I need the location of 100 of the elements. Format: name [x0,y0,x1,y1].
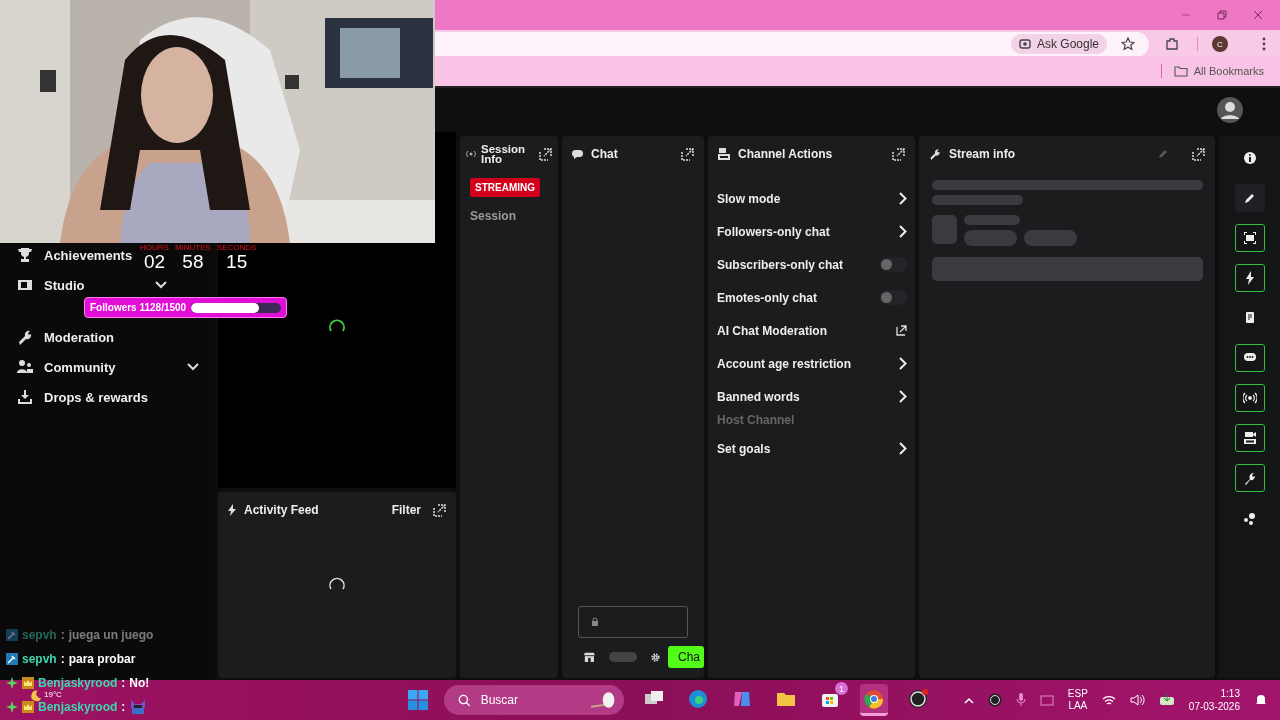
search-bar[interactable]: Buscar [444,685,624,715]
restore-icon[interactable] [1217,10,1227,20]
settings-icon[interactable] [650,651,660,663]
chat-separator: : [121,700,126,714]
chevron-right-icon [899,442,907,455]
toggle-switch[interactable] [879,290,907,305]
rail-button[interactable] [1234,384,1265,412]
bolt-icon [228,504,236,516]
channel-action-item[interactable]: Banned words [717,380,907,413]
channel-action-item[interactable]: Followers-only chat [717,215,907,248]
menu-icon[interactable] [1262,37,1266,51]
timer-unit-label: HOURS [140,243,169,252]
filter-button[interactable]: Filter [387,503,425,517]
pencil-icon [1242,191,1257,205]
weather-widget[interactable]: 19°C [30,690,62,702]
moon-icon [30,690,42,702]
notification-badge: 1 [835,682,848,695]
chevron-down-icon [186,363,199,371]
chevron-up-icon[interactable] [963,696,974,704]
speaker-icon[interactable] [1129,694,1145,706]
chevron-right-icon [899,225,907,238]
chat-username[interactable]: Benjaskyrood [38,676,118,690]
user-avatar-icon[interactable] [1217,97,1243,123]
chevron-down-icon [155,281,168,289]
chat-input-field[interactable] [578,606,688,638]
profile-avatar[interactable]: C [1212,36,1228,52]
chat-button[interactable]: Cha [667,646,704,668]
film-icon [17,277,33,293]
record-icon[interactable] [987,693,1002,707]
panel-title: Session Info [481,144,527,164]
star-badge-icon [6,701,18,713]
streaming-badge: STREAMING [470,178,540,197]
chat-message-text: No! [129,676,150,690]
screen-icon [1242,231,1257,245]
language-indicator[interactable]: ESP LAA [1067,688,1088,712]
timer-unit-label: SECONDS [216,243,257,252]
rail-button[interactable] [1234,344,1265,372]
timer-value: 58 [182,252,204,272]
rail-button[interactable] [1234,424,1265,452]
rail-button[interactable] [1234,264,1265,292]
search-field[interactable]: Buscar [478,692,583,708]
folder-icon[interactable] [1173,65,1188,77]
timer-value: 15 [226,252,248,272]
broadcast-icon [1242,391,1257,405]
session-label: Session [470,209,517,223]
rail-button[interactable] [1234,224,1265,252]
panel-title: Channel Actions [738,147,834,161]
search-icon [458,693,471,707]
battery-icon[interactable] [1158,694,1175,706]
star-badge-icon [6,677,18,689]
ask-google-button[interactable]: Ask Google [1010,34,1107,54]
popout-icon[interactable] [433,503,446,517]
timer-unit-label: MINUTES [174,243,211,252]
sidebar-item[interactable]: Moderation [0,328,121,346]
clock[interactable]: 1:13 07-03-2026 [1188,687,1240,713]
sidebar-item[interactable]: Achievements [0,246,139,264]
extensions-icon[interactable] [1165,37,1179,51]
globe-icon [688,688,708,709]
popout-icon[interactable] [892,147,905,161]
store-icon[interactable] [584,651,595,663]
rail-button[interactable] [1234,184,1265,212]
toggle-switch[interactable] [879,257,907,272]
download-icon [17,389,33,405]
sidebar-item[interactable]: Community [0,358,205,376]
channel-action-item[interactable]: Set goals [717,432,907,465]
chat-message-text: para probar [68,652,136,666]
popout-icon[interactable] [539,147,552,161]
camera-icon [1242,431,1257,445]
all-bookmarks-link[interactable]: All Bookmarks [1193,65,1264,77]
popout-icon[interactable] [681,147,694,161]
sidebar-item[interactable]: Studio [0,276,174,294]
channel-action-item[interactable]: Account age restriction [717,347,907,380]
chat-username[interactable]: Benjaskyrood [38,700,118,714]
wrench-icon [929,148,941,160]
panel-title: Activity Feed [244,503,320,517]
channel-action-item[interactable]: Emotes-only chat [717,281,907,314]
address-bar[interactable]: Ask Google [435,31,1149,57]
start-icon[interactable] [408,690,428,710]
panel-title: Chat [591,147,619,161]
timer-value: 02 [143,252,165,272]
notification-bell-icon[interactable] [1254,693,1268,707]
chat-username[interactable]: sepvh [22,652,57,666]
chat-separator: : [121,676,126,690]
close-icon[interactable] [1253,10,1263,20]
followers-goal-bar: Followers 1128/1500 [84,297,287,318]
info-icon [1242,151,1257,165]
sword-badge-icon [6,653,18,665]
sidebar-item[interactable]: Drops & rewards [0,388,155,406]
channel-action-item[interactable]: Slow mode [717,182,907,215]
popout-icon[interactable] [1192,147,1205,161]
wifi-icon[interactable] [1101,694,1116,706]
channel-action-item[interactable]: AI Chat Moderation [717,314,907,347]
panel-title: Stream info [949,147,1016,161]
wrench-icon [17,329,33,345]
star-icon[interactable] [1121,37,1135,51]
microphone-icon[interactable] [1015,693,1026,707]
crown-badge-icon [22,701,34,713]
trophy-icon [17,247,33,263]
rail-button[interactable] [1234,464,1265,492]
channel-action-item[interactable]: Subscribers-only chat [717,248,907,281]
